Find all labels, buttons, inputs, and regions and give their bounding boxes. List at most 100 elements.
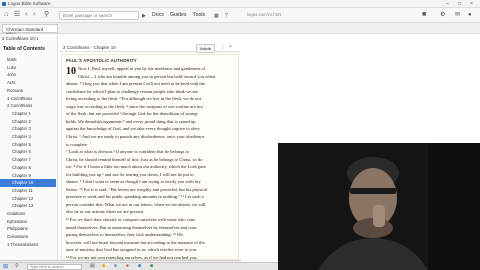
toc-item[interactable]: Ephesians: [0, 218, 56, 226]
toc-item[interactable]: Chapter 5: [0, 141, 56, 149]
toc-item[interactable]: Romans: [0, 87, 56, 95]
tools-button[interactable]: Tools: [193, 12, 205, 18]
account-icon[interactable]: ■: [422, 11, 426, 19]
passage-search-input[interactable]: [59, 11, 139, 20]
toc-item[interactable]: Philippians: [0, 225, 56, 233]
section-heading: PAUL'S APOSTOLIC AUTHORITY: [66, 58, 137, 63]
tabs-bar: Christian Standard Bible: [0, 23, 480, 37]
url-text: logos.com/cs.html: [247, 12, 282, 17]
taskbar-search-icon[interactable]: ⚲: [15, 263, 19, 269]
toc-item[interactable]: Chapter 1: [0, 110, 56, 118]
scripture-line: Christ. ⁶ And we are ready to punish any…: [66, 133, 205, 139]
toc-item[interactable]: Chapter 3: [0, 125, 56, 133]
scripture-line: area of ministry that God has assigned t…: [66, 247, 198, 253]
scripture-line: however, will not boast beyond measure b…: [66, 239, 205, 245]
scripture-line: ¹² For we don't dare classify or compare…: [66, 217, 197, 222]
chapter-number: 10: [66, 66, 76, 77]
settings-icon[interactable]: ⚙: [440, 11, 445, 19]
article-button[interactable]: Article: [196, 44, 216, 53]
panel-close-icon[interactable]: ×: [229, 44, 232, 50]
scripture-line: living according to the flesh. ³ For alt…: [66, 96, 202, 102]
scripture-line: confidence by which I plan to challenge …: [66, 88, 199, 94]
main-toolbar: ⌂ ☰ ‹ › ⚲ ▶ Docs Guides Tools ▦ ? logos.…: [0, 8, 480, 23]
close-icon[interactable]: ×: [470, 1, 473, 7]
toc-item[interactable]: 2 Corinthians: [0, 102, 56, 110]
panel-menu-icon[interactable]: ⋮: [221, 44, 226, 50]
docs-button[interactable]: Docs: [152, 12, 164, 18]
scripture-line: person consider this: What we are in our…: [66, 201, 206, 207]
scripture-line: paring themselves to themselves, they la…: [66, 232, 184, 238]
toc-item[interactable]: Luke: [0, 64, 56, 72]
layout-icon[interactable]: ▦: [214, 12, 219, 20]
scripture-line: for building you up ᵃ and not for tearin…: [66, 171, 194, 177]
reader-header: 2 Corinthians · Chapter 10 Article ⋮ ×: [59, 44, 240, 53]
webcam-person-image: [278, 143, 480, 270]
toc-item[interactable]: Chapter 8: [0, 164, 56, 172]
browser-icon[interactable]: ●: [114, 263, 117, 269]
reader-page: PAUL'S APOSTOLIC AUTHORITY 10 Now I, Pau…: [61, 54, 239, 260]
toc-item[interactable]: Chapter 11: [0, 187, 56, 195]
search-go-icon[interactable]: ▶: [142, 12, 146, 20]
start-icon[interactable]: ⊞: [3, 263, 8, 270]
bible-reader-panel: 2 Corinthians · Chapter 10 Article ⋮ × P…: [59, 34, 240, 260]
toc-item[interactable]: Mark: [0, 56, 56, 64]
search-icon[interactable]: ⚲: [44, 11, 49, 19]
scripture-line: absent. ² I beg you that when I am prese…: [66, 81, 205, 87]
webcam-overlay: [278, 143, 480, 270]
file-explorer-icon[interactable]: ■: [102, 263, 105, 269]
scripture-line: mend themselves. But in measuring themse…: [66, 224, 198, 230]
maximize-icon[interactable]: □: [458, 1, 461, 7]
toc-item[interactable]: Chapter 6: [0, 148, 56, 156]
app-icon[interactable]: ●: [126, 263, 129, 269]
toc-item[interactable]: Chapter 2: [0, 118, 56, 126]
scripture-line: ¹⁴ For we are not overextending ourselve…: [66, 254, 198, 260]
toc-item[interactable]: John: [0, 71, 56, 79]
scripture-line: we. ⁸ For if I boast a little too much a…: [66, 164, 207, 170]
windows-taskbar: ⊞ ⚲ Type here to search ▤ ■ ● ● ■ ■: [0, 262, 278, 270]
app2-icon[interactable]: ■: [150, 263, 153, 269]
toc-item[interactable]: 1 Thessalonians: [0, 241, 56, 249]
toc-title: Table of Contents: [3, 46, 45, 52]
scripture-line: Christ, he should remind himself of this…: [66, 156, 203, 162]
library-icon[interactable]: ☰: [14, 11, 20, 19]
minimize-icon[interactable]: –: [446, 1, 449, 7]
scripture-line: against the knowledge of God, and we tak…: [66, 126, 200, 132]
scripture-line: also be in our actions when we are prese…: [66, 209, 145, 215]
toc-item[interactable]: Chapter 9: [0, 172, 56, 180]
help-icon[interactable]: ?: [225, 12, 228, 20]
scripture-line: is complete.: [66, 141, 88, 147]
toc-item[interactable]: Chapter 13: [0, 202, 56, 210]
notifications-icon[interactable]: ✉: [455, 11, 460, 19]
scripture-line: letters. ¹⁰ For it is said, "His letters…: [66, 186, 208, 192]
scripture-line: holds. We demolish arguments ⁵ and every…: [66, 118, 196, 124]
current-reference[interactable]: 2 Corinthians 10:1: [2, 36, 39, 41]
toc-item[interactable]: Chapter 4: [0, 133, 56, 141]
table-of-contents-panel: 2 Corinthians 10:1 Table of Contents Mar…: [0, 34, 58, 260]
title-bar: Logos Bible Software – □ ×: [0, 0, 480, 8]
toc-item[interactable]: Chapter 12: [0, 195, 56, 203]
profile-icon[interactable]: ●: [468, 11, 472, 19]
guides-button[interactable]: Guides: [170, 12, 186, 18]
toc-item[interactable]: Chapter 7: [0, 156, 56, 164]
toc-item[interactable]: Chapter 10: [0, 179, 56, 187]
home-icon[interactable]: ⌂: [4, 11, 8, 19]
reader-reference[interactable]: 2 Corinthians · Chapter 10: [63, 45, 116, 50]
window-title: Logos Bible Software: [8, 1, 51, 6]
toc-item[interactable]: Galatians: [0, 210, 56, 218]
toc-item[interactable]: Acts: [0, 79, 56, 87]
scripture-line: shame. ⁹ I don't want to seem as though …: [66, 179, 201, 185]
tab-bible-title[interactable]: Christian Standard Bible: [2, 24, 58, 37]
scripture-line: ⁷ Look at what is obvious.ᵃ If anyone is…: [66, 149, 190, 155]
scripture-line: Now I, Paul, myself, appeal to you by th…: [78, 66, 206, 71]
back-icon[interactable]: ‹: [25, 11, 27, 19]
scripture-line: presence is weak and his public speaking…: [66, 194, 204, 200]
forward-icon[interactable]: ›: [33, 11, 35, 19]
taskbar-search-input[interactable]: Type here to search: [27, 264, 82, 270]
toc-item[interactable]: 1 Corinthians: [0, 95, 56, 103]
toc-item[interactable]: Colossians: [0, 233, 56, 241]
task-view-icon[interactable]: ▤: [90, 263, 95, 269]
scripture-line: wage war according to the flesh, ⁴ since…: [66, 103, 203, 109]
scripture-line: Christ —I who am humble among you in per…: [78, 73, 216, 79]
logos-taskbar-icon[interactable]: ■: [138, 263, 141, 269]
app-logo-icon: [2, 1, 6, 6]
